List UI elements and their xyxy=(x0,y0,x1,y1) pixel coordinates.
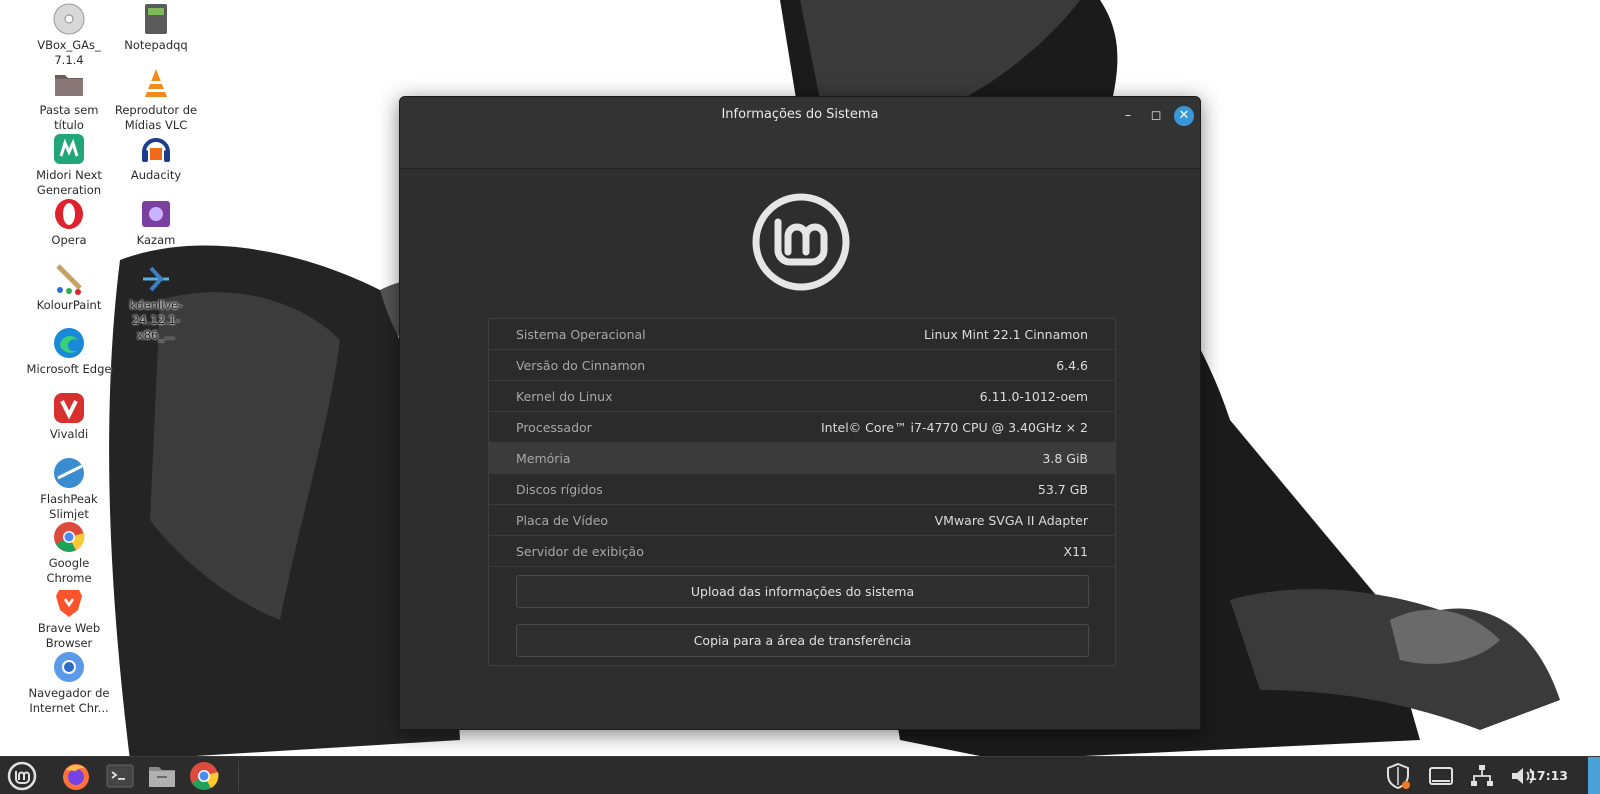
midori-icon xyxy=(54,134,84,164)
window-title: Informações do Sistema xyxy=(721,107,879,122)
info-label: Placa de Vídeo xyxy=(516,513,609,528)
mint-menu-icon[interactable] xyxy=(6,760,38,792)
info-label: Servidor de exibição xyxy=(516,544,644,559)
desktop-icon-kdenlive[interactable]: kdenlive-24.12.1-x86_... xyxy=(113,262,199,343)
upload-info-button[interactable]: Upload das informações do sistema xyxy=(516,575,1089,608)
desktop-icon-chromium[interactable]: Navegador de Internet Chr... xyxy=(26,650,112,716)
system-info-table: Sistema Operacional Linux Mint 22.1 Cinn… xyxy=(488,318,1116,666)
close-button[interactable]: ✕ xyxy=(1174,106,1194,126)
disc-icon xyxy=(53,3,85,35)
info-value: Linux Mint 22.1 Cinnamon xyxy=(924,327,1088,342)
minimize-button[interactable]: – xyxy=(1118,106,1138,126)
desktop-icon-vivaldi[interactable]: Vivaldi xyxy=(26,391,112,442)
taskbar-separator xyxy=(238,761,239,791)
kazam-icon xyxy=(142,201,170,227)
desktop-icon-notepadqq[interactable]: Notepadqq xyxy=(113,2,199,53)
vivaldi-icon xyxy=(54,393,84,423)
info-label: Processador xyxy=(516,420,592,435)
info-row-display-server: Servidor de exibição X11 xyxy=(489,536,1115,567)
info-row-kernel: Kernel do Linux 6.11.0-1012-oem xyxy=(489,381,1115,412)
info-value: 3.8 GiB xyxy=(1042,451,1088,466)
slimjet-icon xyxy=(54,458,84,488)
desktop-icon-midori[interactable]: Midori Next Generation xyxy=(26,132,112,198)
info-value: 6.4.6 xyxy=(1056,358,1088,373)
desktop-icon-label: Notepadqq xyxy=(124,38,188,52)
system-info-window[interactable]: Informações do Sistema – ◻ ✕ Sistema Ope… xyxy=(399,96,1201,730)
copy-clipboard-button[interactable]: Copia para a área de transferência xyxy=(516,624,1089,657)
clock[interactable]: 17:13 xyxy=(1528,757,1568,794)
opera-icon xyxy=(55,199,83,229)
info-row-memory: Memória 3.8 GiB xyxy=(489,443,1115,474)
info-row-video: Placa de Vídeo VMware SVGA II Adapter xyxy=(489,505,1115,536)
info-label: Sistema Operacional xyxy=(516,327,646,342)
desktop-icon-label: Microsoft Edge xyxy=(26,362,112,376)
desktop-icon-opera[interactable]: Opera xyxy=(26,197,112,248)
desktop-icon-kolourpaint[interactable]: KolourPaint xyxy=(26,262,112,313)
desktop-icon-label: Audacity xyxy=(130,168,182,182)
desktop-icon-label: KolourPaint xyxy=(36,298,102,312)
info-value: X11 xyxy=(1063,544,1088,559)
info-label: Kernel do Linux xyxy=(516,389,613,404)
chrome-taskbar-icon[interactable] xyxy=(188,760,220,792)
info-value: 6.11.0-1012-oem xyxy=(979,389,1088,404)
info-label: Discos rígidos xyxy=(516,482,603,497)
desktop-icon-label: Midori Next Generation xyxy=(36,168,102,197)
chromium-icon xyxy=(54,652,84,682)
info-value: VMware SVGA II Adapter xyxy=(934,513,1088,528)
desktop-icon-label: Vivaldi xyxy=(49,427,89,441)
kolourpaint-icon xyxy=(56,264,82,295)
shield-update-icon[interactable] xyxy=(1384,761,1412,791)
desktop-icon-pasta[interactable]: Pasta sem título xyxy=(26,67,112,133)
info-row-processor: Processador Intel© Core™ i7-4770 CPU @ 3… xyxy=(489,412,1115,443)
folder-icon xyxy=(55,75,83,96)
info-row-os: Sistema Operacional Linux Mint 22.1 Cinn… xyxy=(489,319,1115,350)
kdenlive-icon xyxy=(143,266,169,292)
desktop-icon-edge[interactable]: Microsoft Edge xyxy=(26,326,112,377)
linux-mint-logo xyxy=(752,193,850,291)
desktop-icon-label: FlashPeak Slimjet xyxy=(40,492,98,521)
desktop-icon-label: Kazam xyxy=(136,233,176,247)
desktop-icon-chrome[interactable]: Google Chrome xyxy=(26,520,112,586)
desktop-icon-brave[interactable]: Brave Web Browser xyxy=(26,585,112,651)
notepadqq-icon xyxy=(145,4,167,34)
chrome-icon xyxy=(54,522,85,552)
desktop-icon-label: Pasta sem título xyxy=(39,103,99,132)
info-value: Intel© Core™ i7-4770 CPU @ 3.40GHz × 2 xyxy=(821,420,1088,435)
window-titlebar[interactable]: Informações do Sistema – ◻ ✕ xyxy=(400,97,1200,169)
desktop-icon-audacity[interactable]: Audacity xyxy=(113,132,199,183)
desktop-icon-kazam[interactable]: Kazam xyxy=(113,197,199,248)
desktop-icon-label: Brave Web Browser xyxy=(37,621,101,650)
desktop-icon-label: VBox_GAs_ 7.1.4 xyxy=(37,38,101,67)
audacity-icon xyxy=(142,138,170,162)
vlc-icon xyxy=(145,69,167,97)
desktop-icon-label: Reprodutor de Mídias VLC xyxy=(114,103,198,132)
desktop-icon-vbox[interactable]: VBox_GAs_ 7.1.4 xyxy=(26,2,112,68)
info-row-disks: Discos rígidos 53.7 GB xyxy=(489,474,1115,505)
display-icon[interactable] xyxy=(1427,761,1455,791)
desktop-icon-label: kdenlive-24.12.1-x86_... xyxy=(129,298,183,342)
desktop-icon-label: Opera xyxy=(51,233,87,247)
show-desktop-button[interactable] xyxy=(1588,757,1600,794)
files-icon[interactable] xyxy=(146,760,178,792)
info-label: Versão do Cinnamon xyxy=(516,358,646,373)
info-row-cinnamon: Versão do Cinnamon 6.4.6 xyxy=(489,350,1115,381)
network-icon[interactable] xyxy=(1468,761,1496,791)
maximize-button[interactable]: ◻ xyxy=(1146,106,1166,126)
terminal-icon[interactable] xyxy=(104,760,136,792)
brave-icon xyxy=(56,590,82,617)
taskbar: 17:13 xyxy=(0,756,1600,794)
firefox-icon[interactable] xyxy=(60,760,92,792)
desktop-icon-label: Navegador de Internet Chr... xyxy=(28,686,110,715)
desktop-icon-label: Google Chrome xyxy=(46,556,92,585)
desktop-icon-slimjet[interactable]: FlashPeak Slimjet xyxy=(26,456,112,522)
desktop-icon-vlc[interactable]: Reprodutor de Mídias VLC xyxy=(113,67,199,133)
info-label: Memória xyxy=(516,451,571,466)
edge-icon xyxy=(54,328,84,358)
info-value: 53.7 GB xyxy=(1037,482,1088,497)
